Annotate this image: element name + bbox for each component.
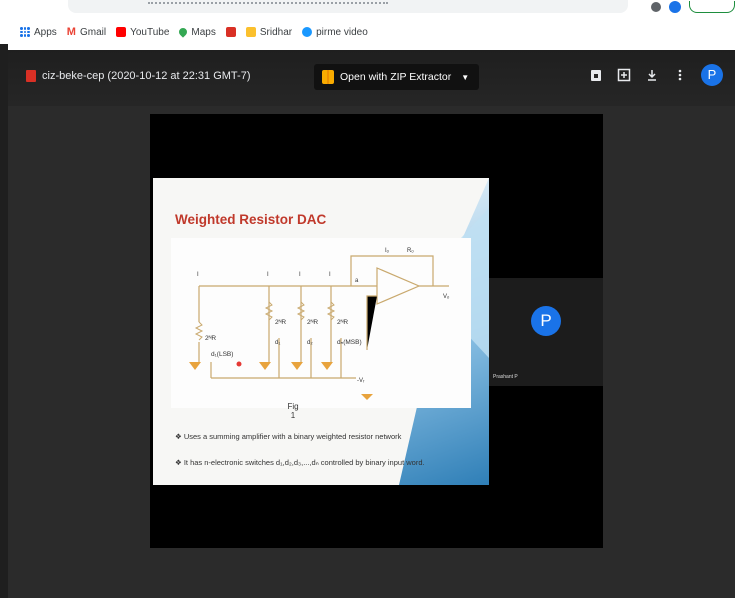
participant-tile: P Prashant P <box>489 278 603 386</box>
svg-text:2ᴺR: 2ᴺR <box>275 319 286 326</box>
zip-extractor-icon <box>322 70 334 84</box>
youtube-icon <box>116 27 127 37</box>
open-with-label: Open with ZIP Extractor <box>340 71 452 83</box>
bookmark-prime[interactable]: pirme video <box>302 27 368 38</box>
folder-icon <box>245 27 256 37</box>
file-title: ciz-beke-cep (2020-10-12 at 22:31 GMT-7) <box>42 70 251 82</box>
rf-label: Rₒ <box>407 248 414 254</box>
bookmark-prime-label: pirme video <box>316 26 368 38</box>
bookmark-maps[interactable]: Maps <box>177 26 216 38</box>
svg-text:2ᴺR: 2ᴺR <box>337 319 348 326</box>
bookmark-maps-label: Maps <box>191 26 216 38</box>
svg-text:d₁: d₁ <box>275 340 280 346</box>
bookmark-apps[interactable]: Apps <box>20 27 57 38</box>
slide-bullet-2: ❖ It has n-electronic switches d₁,d₂,d₃,… <box>175 458 425 467</box>
slide-bullet-1-text: Uses a summing amplifier with a binary w… <box>183 432 402 441</box>
chevron-down-icon[interactable]: ▼ <box>461 73 469 82</box>
msb-label: dₙ(MSB) <box>337 339 362 346</box>
slide-title: Weighted Resistor DAC <box>175 212 327 227</box>
profile-icon[interactable] <box>669 1 681 13</box>
address-bar-text <box>148 2 388 7</box>
video-file-icon <box>26 70 36 82</box>
figure-label: Fig 1 <box>287 402 299 420</box>
bookmark-youtube[interactable]: YouTube <box>116 27 169 38</box>
bookmarks-bar: Apps M Gmail YouTube Maps Sridhar pirme … <box>0 20 735 44</box>
prime-video-icon <box>302 27 313 37</box>
browser-address-strip <box>0 0 735 20</box>
svg-text:2ᴺR: 2ᴺR <box>307 319 318 326</box>
address-bar[interactable] <box>68 0 628 13</box>
slide-bullet-1: ❖ Uses a summing amplifier with a binary… <box>175 432 402 441</box>
svg-text:d₂: d₂ <box>307 340 313 346</box>
bookmark-gmail-label: Gmail <box>79 26 107 38</box>
extension-icon[interactable] <box>651 2 661 12</box>
viewer-left-edge <box>0 44 8 598</box>
open-with-button[interactable]: Open with ZIP Extractor ▼ <box>314 64 480 90</box>
more-vert-icon[interactable] <box>673 68 687 82</box>
slide-bullet-2-text: It has n-electronic switches d₁,d₂,d₃,..… <box>183 458 425 467</box>
browser-toolbar-icons <box>651 0 735 14</box>
vr-label: -Vᵣ <box>357 378 365 384</box>
bookmark-sridhar-label: Sridhar <box>259 26 293 38</box>
bookmark-gmail[interactable]: M Gmail <box>67 26 106 38</box>
bookmark-youtube-label: YouTube <box>130 26 170 38</box>
red-bookmark-icon <box>225 27 236 37</box>
dac-circuit-diagram: I I I I 2ᴺR 2ᴺR 2ᴺR 2ᴺR d₁ d₂ d₁(LSB) dₙ… <box>171 238 471 408</box>
open-in-new-window-icon[interactable] <box>617 68 631 82</box>
lsb-label: d₁(LSB) <box>211 351 233 358</box>
file-viewer: ciz-beke-cep (2020-10-12 at 22:31 GMT-7)… <box>8 50 735 598</box>
presentation-slide: Weighted Resistor DAC I I I I 2ᴺR 2ᴺR 2ᴺ… <box>153 178 489 485</box>
svg-text:2ᴺR: 2ᴺR <box>205 335 216 342</box>
viewer-actions: P <box>589 64 735 86</box>
vo-label: Vₒ <box>443 294 450 300</box>
add-to-drive-icon[interactable] <box>589 68 603 82</box>
gmail-icon: M <box>66 26 76 38</box>
account-avatar[interactable]: P <box>701 64 723 86</box>
bookmark-sridhar[interactable]: Sridhar <box>245 26 293 38</box>
viewer-header: ciz-beke-cep (2020-10-12 at 22:31 GMT-7)… <box>8 50 735 106</box>
participant-name: Prashant P <box>493 374 518 380</box>
participant-avatar: P <box>531 306 561 336</box>
bookmark-apps-label: Apps <box>34 26 57 38</box>
apps-grid-icon <box>20 27 30 37</box>
update-button[interactable] <box>689 1 735 13</box>
bookmark-red[interactable] <box>225 27 236 37</box>
download-icon[interactable] <box>645 68 659 82</box>
video-player[interactable]: Weighted Resistor DAC I I I I 2ᴺR 2ᴺR 2ᴺ… <box>150 114 603 548</box>
maps-pin-icon <box>177 26 190 38</box>
